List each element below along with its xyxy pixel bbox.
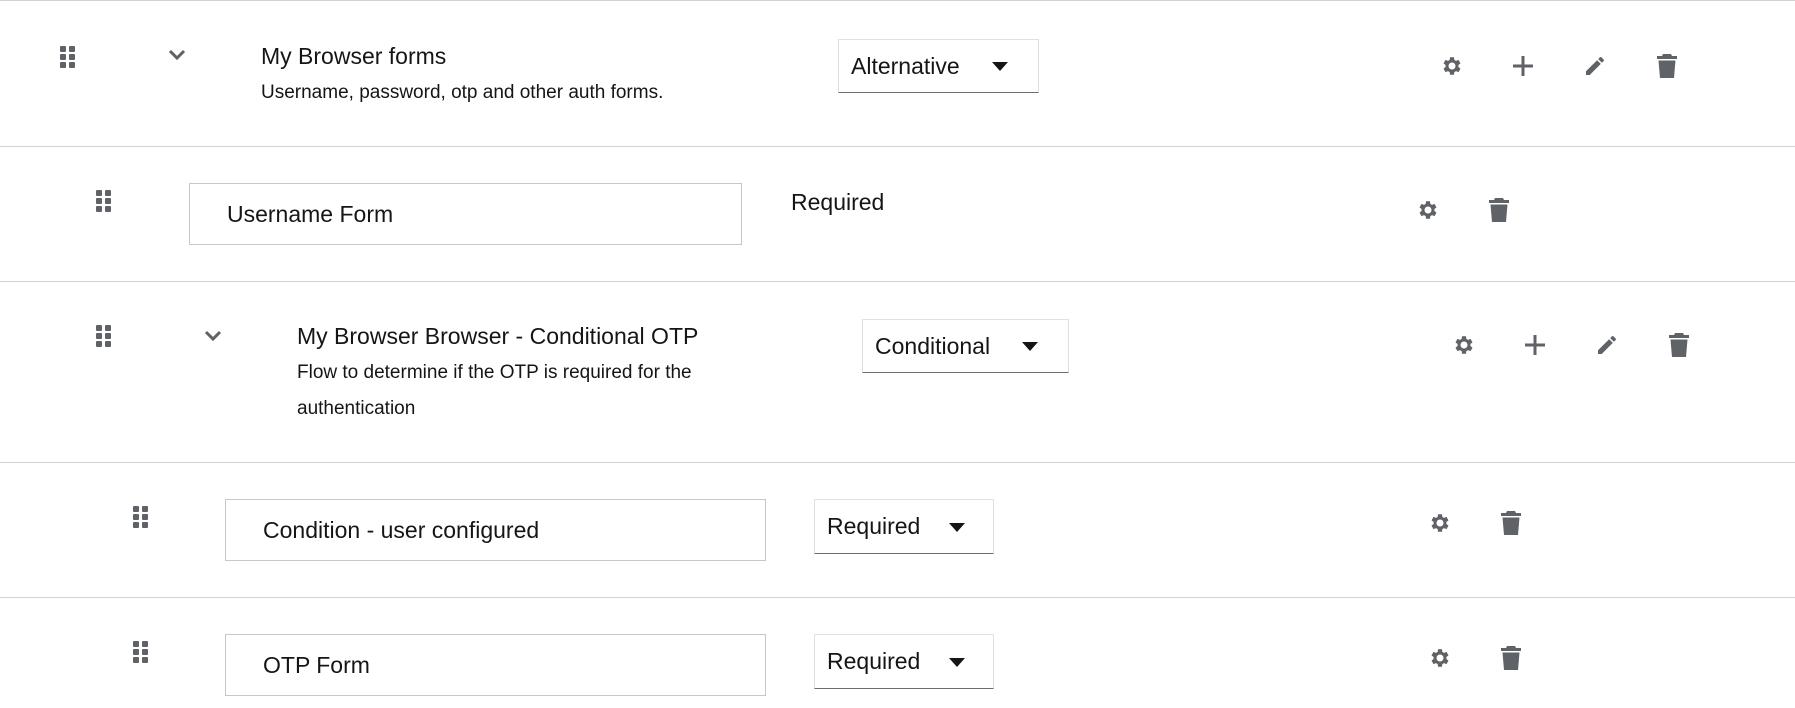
flow-row-my-browser-forms: My Browser forms Username, password, otp… — [0, 0, 1795, 146]
requirement-select[interactable]: Conditional — [862, 319, 1069, 373]
requirement-value: Conditional — [875, 332, 991, 359]
plus-icon[interactable] — [1511, 54, 1535, 78]
requirement-label: Required — [791, 189, 885, 215]
flow-row-otp-form: OTP Form Required — [0, 597, 1795, 708]
trash-icon[interactable] — [1500, 645, 1522, 671]
caret-down-icon — [1022, 342, 1038, 351]
gear-icon[interactable] — [1415, 198, 1439, 222]
execution-name-text: Username Form — [227, 200, 394, 227]
authentication-flow-list: My Browser forms Username, password, otp… — [0, 0, 1795, 708]
execution-name-text: OTP Form — [263, 651, 370, 678]
execution-name: OTP Form — [225, 634, 766, 696]
flow-row-username-form: Username Form Required — [0, 146, 1795, 281]
pencil-icon[interactable] — [1595, 333, 1619, 357]
pencil-icon[interactable] — [1583, 54, 1607, 78]
drag-handle-icon[interactable] — [96, 325, 112, 347]
flow-row-conditional-otp: My Browser Browser - Conditional OTP Flo… — [0, 281, 1795, 462]
flow-description-line-1: Flow to determine if the OTP is required… — [297, 362, 692, 383]
drag-handle-icon[interactable] — [133, 506, 149, 528]
chevron-down-icon[interactable] — [204, 330, 222, 342]
caret-down-icon — [992, 62, 1008, 71]
requirement-select[interactable]: Required — [814, 634, 994, 689]
caret-down-icon — [949, 657, 965, 667]
chevron-down-icon[interactable] — [168, 49, 186, 61]
trash-icon[interactable] — [1668, 332, 1690, 358]
flow-description: Username, password, otp and other auth f… — [261, 82, 664, 103]
trash-icon[interactable] — [1500, 510, 1522, 536]
gear-icon[interactable] — [1439, 54, 1463, 78]
requirement-value: Required — [827, 513, 921, 539]
trash-icon[interactable] — [1656, 53, 1678, 79]
plus-icon[interactable] — [1523, 333, 1547, 357]
flow-row-condition-user-configured: Condition - user configured Required — [0, 462, 1795, 597]
execution-name-text: Condition - user configured — [263, 516, 540, 543]
drag-handle-icon[interactable] — [133, 641, 149, 663]
gear-icon[interactable] — [1427, 511, 1451, 535]
requirement-value: Required — [827, 648, 921, 674]
drag-handle-icon[interactable] — [96, 190, 112, 212]
requirement-value: Alternative — [851, 52, 960, 79]
execution-name: Condition - user configured — [225, 499, 766, 561]
flow-title: My Browser Browser - Conditional OTP — [297, 323, 699, 349]
trash-icon[interactable] — [1488, 197, 1510, 223]
execution-name: Username Form — [189, 183, 742, 245]
caret-down-icon — [949, 522, 965, 532]
requirement-select[interactable]: Alternative — [838, 39, 1039, 93]
drag-handle-icon[interactable] — [60, 46, 76, 68]
gear-icon[interactable] — [1427, 646, 1451, 670]
flow-description-line-2: authentication — [297, 398, 416, 419]
flow-title: My Browser forms — [261, 43, 447, 69]
gear-icon[interactable] — [1451, 333, 1475, 357]
requirement-select[interactable]: Required — [814, 499, 994, 554]
